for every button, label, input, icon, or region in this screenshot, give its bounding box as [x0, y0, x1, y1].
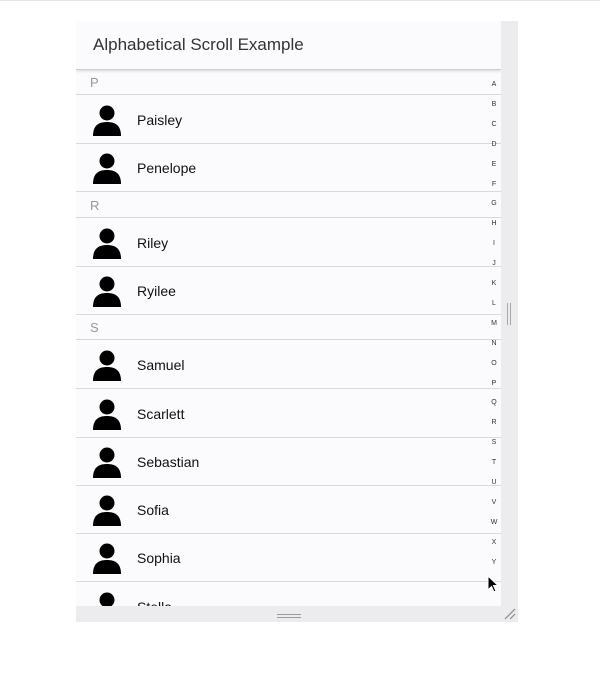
index-letter[interactable]: S [486, 439, 501, 447]
list-divider: S [76, 315, 501, 341]
index-letter[interactable]: J [486, 260, 501, 268]
item-name: Paisley [137, 112, 183, 128]
index-letter[interactable]: N [486, 340, 501, 348]
resize-corner-icon[interactable] [503, 607, 516, 620]
item-name: Sophia [137, 550, 181, 567]
index-letter[interactable]: V [486, 499, 501, 507]
index-letter[interactable]: L [486, 300, 501, 308]
list-divider: R [76, 193, 501, 218]
index-letter[interactable]: O [486, 360, 501, 368]
list-item[interactable]: Paisley [76, 96, 501, 144]
toolbar: Alphabetical Scroll Example [76, 21, 501, 70]
list-item[interactable]: Stella [76, 582, 501, 606]
mouse-cursor-icon [487, 575, 499, 593]
list-item[interactable]: Sebastian [76, 437, 501, 486]
person-icon [93, 276, 121, 307]
item-name: Samuel [137, 357, 185, 374]
list-item[interactable]: Samuel [76, 341, 501, 390]
item-name: Scarlett [137, 405, 185, 422]
index-letter[interactable]: W [486, 519, 501, 527]
person-icon [93, 592, 121, 606]
list-item[interactable]: Sofia [76, 486, 501, 535]
top-border [0, 0, 600, 1]
item-name: Stella [137, 599, 172, 606]
list-item[interactable]: Ryilee [76, 266, 501, 315]
item-name: Penelope [137, 160, 197, 177]
index-letter[interactable]: Q [486, 399, 501, 407]
index-letter[interactable]: Y [486, 559, 501, 567]
alphabetical-list[interactable]: P Paisley Penelope R Riley Ryilee S Samuel Scarl… [76, 70, 501, 606]
index-letter[interactable]: X [486, 539, 501, 547]
index-letter[interactable]: F [486, 181, 501, 189]
index-letter[interactable]: D [486, 141, 501, 149]
horizontal-resize-grip[interactable] [507, 303, 508, 325]
person-icon [93, 350, 121, 382]
list-item[interactable]: Scarlett [76, 389, 501, 438]
index-letter[interactable]: I [486, 240, 501, 248]
index-letter[interactable]: E [486, 161, 501, 169]
person-icon [93, 447, 121, 478]
index-letter[interactable]: T [486, 459, 501, 467]
index-letter[interactable]: H [486, 220, 501, 228]
page-title: Alphabetical Scroll Example [93, 35, 304, 54]
index-letter[interactable]: G [486, 200, 501, 208]
index-letter[interactable]: P [486, 380, 501, 388]
vertical-resize-grip-line [277, 617, 301, 618]
app-window: Alphabetical Scroll Example P Paisley Pene… [76, 21, 501, 606]
list-item[interactable]: Sophia [76, 534, 501, 583]
item-name: Sofia [137, 502, 169, 519]
person-icon [93, 153, 121, 185]
list-divider: P [76, 70, 501, 95]
divider-letter: R [90, 197, 100, 213]
divider-letter: P [90, 75, 99, 90]
person-icon [93, 495, 121, 527]
index-letter[interactable]: U [486, 479, 501, 487]
item-name: Riley [137, 234, 169, 251]
person-icon [93, 399, 121, 430]
person-icon [93, 228, 121, 259]
list-item[interactable]: Penelope [76, 144, 501, 193]
index-letter[interactable]: A [486, 81, 501, 89]
person-icon [93, 105, 121, 136]
app-frame: Alphabetical Scroll Example P Paisley Pene… [76, 21, 518, 622]
index-letter[interactable]: B [486, 101, 501, 109]
divider-letter: S [90, 320, 99, 336]
index-letter[interactable]: R [486, 419, 501, 427]
item-name: Ryilee [137, 282, 176, 299]
horizontal-resize-grip-line [510, 303, 511, 325]
list-item[interactable]: Riley [76, 218, 501, 267]
person-icon [93, 543, 121, 575]
index-letter[interactable]: K [486, 280, 501, 288]
index-letter[interactable]: M [486, 320, 501, 328]
index-letter[interactable]: C [486, 121, 501, 129]
vertical-resize-grip[interactable] [277, 614, 301, 615]
item-name: Sebastian [137, 453, 200, 470]
